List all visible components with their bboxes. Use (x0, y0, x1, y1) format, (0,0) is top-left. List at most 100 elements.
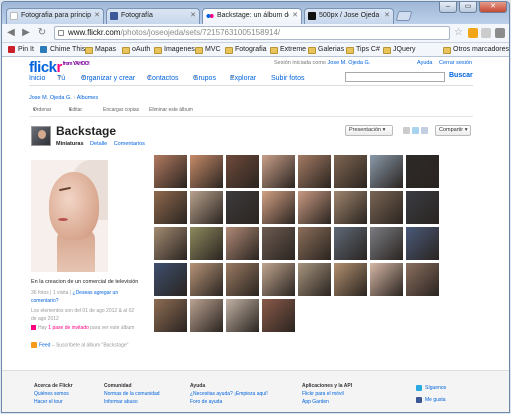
bookmark-pin-it[interactable]: Pin It (8, 45, 34, 55)
photo-thumbnail[interactable] (370, 263, 403, 296)
twitter-follow-link[interactable]: Síguenos (416, 385, 446, 391)
close-tab-icon[interactable]: ✕ (292, 9, 298, 23)
photo-thumbnail[interactable] (298, 155, 331, 188)
photo-thumbnail[interactable] (334, 191, 367, 224)
photo-thumbnail[interactable] (190, 191, 223, 224)
photo-thumbnail[interactable] (370, 227, 403, 260)
reload-icon[interactable]: ↻ (36, 27, 48, 39)
bookmark-folder-otros[interactable]: Otros marcadores (443, 45, 509, 55)
avatar[interactable] (31, 126, 51, 146)
bookmark-star-icon[interactable]: ☆ (454, 27, 463, 38)
photo-thumbnail[interactable] (190, 263, 223, 296)
photo-thumbnail[interactable] (298, 191, 331, 224)
new-tab-button[interactable] (395, 11, 413, 21)
bookmark-chime-this[interactable]: Chime This (40, 45, 85, 55)
bookmark-folder-galerias[interactable]: Galerias (308, 45, 344, 55)
photo-thumbnail[interactable] (370, 155, 403, 188)
bookmark-folder-jquery[interactable]: JQuery (383, 45, 416, 55)
footer-link[interactable]: Foro de ayuda (190, 398, 268, 406)
photo-thumbnail[interactable] (154, 227, 187, 260)
photo-thumbnail[interactable] (298, 227, 331, 260)
add-comment-link[interactable]: ¿Deseas agregar un (73, 290, 119, 296)
tab-fotografia-principiantes[interactable]: Fotografia para principiantes ✕ (6, 8, 104, 24)
add-comment-link-cont[interactable]: comentario? (31, 298, 59, 304)
footer-link[interactable]: Hacer el tour (34, 398, 73, 406)
photo-thumbnail[interactable] (154, 191, 187, 224)
photo-thumbnail[interactable] (226, 299, 259, 332)
nav-subir-fotos[interactable]: Subir fotos (271, 75, 304, 82)
footer-link[interactable]: Informar abuso (104, 398, 160, 406)
footer-link[interactable]: Quiénes somos (34, 390, 73, 398)
photo-thumbnail[interactable] (226, 227, 259, 260)
tab-detalle[interactable]: Detalle (90, 141, 107, 147)
photo-thumbnail[interactable] (262, 299, 295, 332)
photo-thumbnail[interactable] (154, 263, 187, 296)
photo-thumbnail[interactable] (334, 227, 367, 260)
bookmark-folder-imagenes[interactable]: Imagenes (154, 45, 195, 55)
photo-thumbnail[interactable] (190, 299, 223, 332)
photo-thumbnail[interactable] (190, 227, 223, 260)
email-icon[interactable] (403, 127, 410, 134)
bookmark-folder-mapas[interactable]: Mapas (85, 45, 116, 55)
bookmark-folder-fotografia[interactable]: Fotografia (225, 45, 267, 55)
photo-thumbnail[interactable] (262, 263, 295, 296)
photo-thumbnail[interactable] (154, 155, 187, 188)
twitter-icon[interactable] (412, 127, 419, 134)
footer-link[interactable]: ¿Necesitas ayuda? ¡Empieza aquí! (190, 390, 268, 398)
photo-thumbnail[interactable] (406, 227, 439, 260)
photo-thumbnail[interactable] (226, 263, 259, 296)
tab-miniaturas[interactable]: Miniaturas (56, 141, 84, 147)
facebook-like-link[interactable]: Me gusta (416, 397, 446, 403)
breadcrumb-albums-link[interactable]: Álbumes (77, 95, 98, 101)
tab-500px[interactable]: 500px / Jose Ojeda / Photos ✕ (304, 8, 394, 24)
eliminar-album-link[interactable]: Eliminar este álbum (149, 107, 193, 113)
photo-thumbnail[interactable] (262, 155, 295, 188)
close-tab-icon[interactable]: ✕ (384, 9, 390, 23)
footer-link[interactable]: Flickr para el móvil (302, 390, 352, 398)
breadcrumb-user-link[interactable]: Jose M. Ojeda G. (29, 95, 72, 101)
photo-thumbnail[interactable] (190, 155, 223, 188)
nav-inicio[interactable]: Inicio (29, 75, 45, 82)
search-input[interactable] (345, 72, 445, 82)
search-button[interactable]: Buscar (449, 72, 473, 79)
maximize-button[interactable]: ▭ (459, 2, 477, 13)
album-cover-photo[interactable] (31, 160, 108, 272)
photo-thumbnail[interactable] (406, 263, 439, 296)
slideshow-button[interactable]: Presentación ▾ (345, 125, 393, 136)
extension-icon[interactable] (481, 28, 491, 38)
signin-user-link[interactable]: Jose M. Ojeda G. (328, 60, 371, 66)
editar-menu[interactable]: Editar ▾ (69, 107, 82, 113)
photo-thumbnail[interactable] (226, 155, 259, 188)
close-window-button[interactable]: ✕ (479, 2, 507, 13)
close-tab-icon[interactable]: ✕ (190, 9, 196, 23)
bookmark-folder-oauth[interactable]: oAuth (122, 45, 150, 55)
tab-fotografia[interactable]: Fotografía ✕ (106, 8, 200, 24)
extension-icon[interactable] (468, 28, 478, 38)
photo-thumbnail[interactable] (262, 227, 295, 260)
photo-thumbnail[interactable] (334, 263, 367, 296)
photo-thumbnail[interactable] (298, 263, 331, 296)
minimize-button[interactable]: – (439, 2, 457, 13)
tab-backstage[interactable]: Backstage: un álbum de Flickr ✕ (202, 8, 302, 24)
add-comment-link-line2[interactable]: comentario? (31, 298, 59, 304)
forward-icon[interactable]: ▶ (20, 27, 32, 39)
photo-thumbnail[interactable] (406, 191, 439, 224)
bookmark-folder-tips-csharp[interactable]: Tips C# (346, 45, 380, 55)
photo-thumbnail[interactable] (154, 299, 187, 332)
signout-link[interactable]: Cerrar sesión (439, 60, 472, 66)
photo-thumbnail[interactable] (370, 191, 403, 224)
tab-comentarios[interactable]: Comentarios (114, 141, 145, 147)
close-tab-icon[interactable]: ✕ (94, 9, 100, 23)
ordenar-menu[interactable]: Ordenar ▾ (33, 107, 51, 113)
guest-pass-link[interactable]: 1 pase de invitado (48, 325, 89, 331)
help-link[interactable]: Ayuda (417, 60, 433, 66)
footer-link[interactable]: Normas de la comunidad (104, 390, 160, 398)
bookmark-folder-extreme[interactable]: Extreme (270, 45, 306, 55)
photo-thumbnail[interactable] (334, 155, 367, 188)
facebook-icon[interactable] (421, 127, 428, 134)
footer-link[interactable]: App Garden (302, 398, 352, 406)
flickr-logo[interactable]: flickrfrom YAHOO! (29, 59, 90, 76)
encargar-copias-link[interactable]: Encargar copias (103, 107, 139, 113)
feed-link[interactable]: Feed (39, 342, 50, 348)
bookmark-folder-mvc[interactable]: MVC (195, 45, 221, 55)
